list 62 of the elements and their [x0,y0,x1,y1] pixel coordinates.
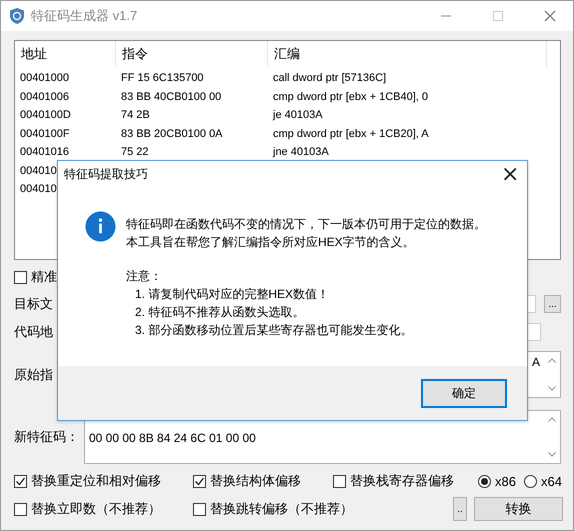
note-item: 3. 部分函数移动位置后某些寄存器也可能发生变化。 [134,322,412,339]
close-icon[interactable] [544,10,556,22]
convert-button[interactable]: 转换 [474,497,563,521]
field-label: 代码地 [14,323,53,341]
field-label: 原始指 [14,366,54,384]
scroll-down-icon [548,452,556,457]
ok-button[interactable]: 确定 [421,378,507,408]
column-header[interactable]: 指令 [116,41,268,67]
browse-button[interactable]: ... [544,295,561,313]
close-button[interactable]: × [501,168,515,182]
shield-icon [9,7,25,25]
checkbox-label: 替换结构体偏移 [210,472,301,490]
table-cell-text: jne 40103A [272,146,330,158]
checkbox[interactable] [193,474,206,488]
column-header[interactable]: 汇编 [268,41,547,67]
note-item: 1. 请复制代码对应的完整HEX数值！ [134,286,330,303]
text-area-text: 00 00 00 8B 84 24 6C 01 00 00 [88,430,257,447]
radio-label: x64 [541,474,562,488]
scroll-up-icon [548,417,556,422]
scroll-down-icon [548,386,556,391]
info-icon [85,211,116,242]
text-area-text: A [532,354,541,369]
field-label: 目标文 [14,295,53,313]
table-cell-text: 83 BB 40CB0100 00 [120,90,222,103]
dialog-title: 特征码提取技巧 [64,166,149,183]
message-text: 本工具旨在帮您了解汇编指令所对应HEX字节的含义。 [126,234,415,251]
note-item: 2. 特征码不推荐从函数头选取。 [134,304,304,321]
table-cell-text: 75 22 [120,146,150,158]
table-cell-text: je 40103A [272,109,324,122]
checkbox[interactable] [14,270,27,284]
checkbox-label: 精准 [31,268,57,286]
table-cell-text: 83 BB 20CB0100 0A [120,128,224,140]
table-cell-text: 0040100D [19,109,72,122]
checkbox-label: 替换跳转偏移（不推荐） [210,500,353,518]
table-cell-text: 00401006 [19,90,70,103]
table-cell-text: call dword ptr [57136C] [272,72,388,84]
note-heading: 注意： [126,268,162,285]
checkbox[interactable] [333,474,346,488]
more-button[interactable]: .. [453,497,467,521]
table-cell-text: FF 15 6C135700 [120,72,205,84]
checkbox-label: 替换栈寄存器偏移 [350,472,454,490]
table-cell: 004010 [20,183,57,196]
message-text: 特征码即在函数代码不变的情况下，下一版本仍可用于定位的数据。 [126,216,486,233]
radio-button[interactable] [478,474,491,488]
table-cell-text: 0040100F [19,128,71,140]
scroll-up-icon [548,358,556,363]
table-cell-text: cmp dword ptr [ebx + 1CB40], 0 [272,90,429,103]
column-header[interactable]: 地址 [15,41,116,67]
checkbox-label: 替换立即数（不推荐） [31,500,161,518]
checkbox[interactable] [193,502,206,516]
table-cell: 004010 [20,164,57,177]
table-cell-text: 74 2B [120,109,151,122]
window-title: 特征码生成器 v1.7 [31,7,138,25]
table-cell-text: 00401016 [19,146,70,158]
checkbox[interactable] [14,474,27,488]
field-label: 新特征码： [14,428,80,446]
table-cell-text: cmp dword ptr [ebx + 1CB20], A [272,128,430,140]
checkbox-label: 替换重定位和相对偏移 [31,472,161,490]
checkbox[interactable] [14,502,27,516]
radio-label: x86 [495,474,516,488]
table-cell-text: 00401000 [19,72,70,84]
radio-button[interactable] [524,474,537,488]
